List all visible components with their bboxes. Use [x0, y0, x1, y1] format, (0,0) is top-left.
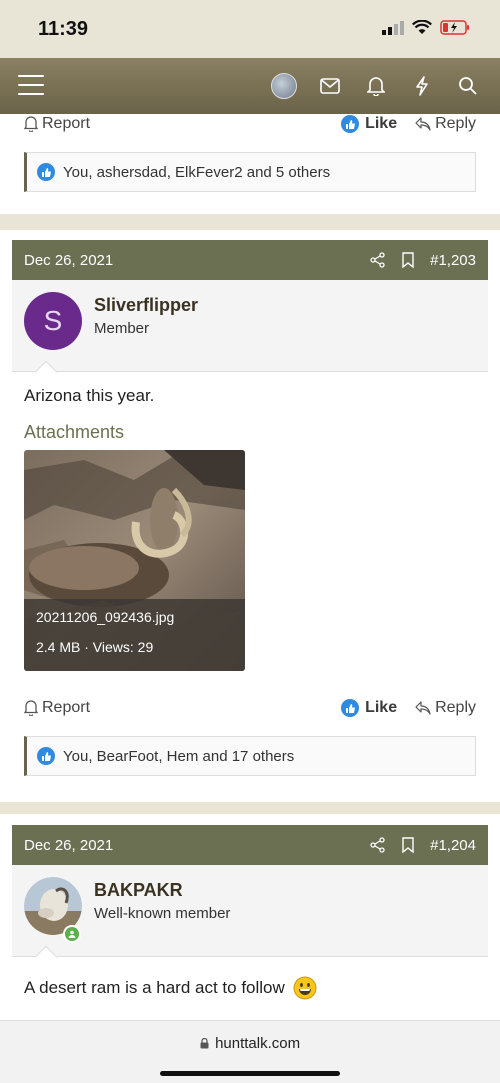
post-card: Dec 26, 2021 #1,203 S Sliverflipper Memb… — [0, 230, 500, 802]
thumbs-up-icon — [37, 163, 55, 181]
status-bar: 11:39 — [0, 0, 500, 58]
user-title: Member — [94, 320, 150, 337]
battery-charging-icon — [440, 20, 469, 35]
like-label: Like — [365, 699, 398, 716]
share-icon[interactable] — [370, 837, 386, 853]
grinning-emoji-icon — [293, 976, 317, 1000]
post-body: Arizona this year. — [24, 386, 155, 405]
report-label: Report — [42, 115, 91, 132]
forum-navbar — [0, 58, 500, 114]
thumbs-up-icon — [37, 747, 55, 765]
report-button[interactable]: Report — [24, 699, 90, 717]
search-icon[interactable] — [454, 72, 482, 100]
online-indicator — [63, 925, 81, 943]
post-actions: Report Like Reply — [24, 114, 476, 136]
share-icon[interactable] — [370, 252, 386, 268]
wifi-icon — [412, 20, 432, 34]
thread-content: Report Like Reply You, ashersdad, ElkFev… — [0, 114, 500, 1020]
attachments-label: Attachments — [24, 422, 125, 442]
post-actions: Report Like Reply — [24, 696, 476, 720]
lock-icon — [200, 1037, 209, 1049]
reactions-text: You, ashersdad, ElkFever2 and 5 others — [63, 163, 331, 181]
nav-actions — [270, 72, 482, 100]
user-block: BAKPAKR Well-known member — [12, 865, 488, 969]
report-label: Report — [42, 699, 91, 716]
user-block-caret — [34, 945, 58, 969]
post-card: Report Like Reply You, ashersdad, ElkFev… — [0, 114, 500, 214]
post-header-actions: #1,203 — [370, 252, 476, 269]
post-number[interactable]: #1,203 — [430, 252, 476, 269]
post-date[interactable]: Dec 26, 2021 — [24, 252, 113, 269]
post-number[interactable]: #1,204 — [430, 837, 476, 854]
reply-button[interactable]: Reply — [415, 115, 476, 133]
bookmark-icon[interactable] — [402, 837, 414, 853]
post-header: Dec 26, 2021 #1,204 — [12, 825, 488, 865]
like-label: Like — [365, 115, 398, 132]
user-block-caret — [34, 360, 58, 384]
url-display[interactable]: hunttalk.com — [0, 1035, 500, 1052]
attachment-caption: 20211206_092436.jpg 2.4 MB · Views: 29 — [24, 599, 245, 671]
reply-label: Reply — [435, 115, 476, 132]
post-actions-right: Like Reply — [341, 699, 476, 717]
bell-icon[interactable] — [362, 72, 390, 100]
report-button[interactable]: Report — [24, 115, 90, 133]
inbox-icon[interactable] — [316, 72, 344, 100]
signal-icon — [382, 20, 404, 35]
bell-outline-icon — [24, 116, 38, 132]
url-text: hunttalk.com — [215, 1035, 301, 1052]
attachment-meta: 2.4 MB · Views: 29 — [36, 639, 154, 655]
like-button[interactable]: Like — [341, 115, 397, 133]
post-header: Dec 26, 2021 #1,203 — [12, 240, 488, 280]
user-avatar[interactable]: S — [24, 292, 82, 350]
post-actions-right: Like Reply — [341, 115, 476, 133]
lightning-icon[interactable] — [408, 72, 436, 100]
thumbs-up-icon — [341, 115, 360, 133]
menu-icon[interactable] — [18, 75, 44, 97]
status-time: 11:39 — [38, 18, 89, 40]
reactions-text: You, BearFoot, Hem and 17 others — [63, 747, 295, 765]
post-body: A desert ram is a hard act to follow — [24, 976, 317, 1000]
avatar-image — [271, 73, 297, 99]
post-body-text: A desert ram is a hard act to follow — [24, 978, 285, 997]
reply-icon — [415, 117, 431, 131]
thumbs-up-icon — [341, 699, 360, 717]
reactions-bar[interactable]: You, ashersdad, ElkFever2 and 5 others — [24, 152, 476, 192]
reply-label: Reply — [435, 699, 476, 716]
post-card: Dec 26, 2021 #1,204 BAKPAKR Well-known m… — [0, 814, 500, 1020]
status-icons — [382, 20, 470, 35]
user-title: Well-known member — [94, 905, 231, 922]
account-avatar[interactable] — [270, 72, 298, 100]
post-header-actions: #1,204 — [370, 837, 476, 854]
post-date[interactable]: Dec 26, 2021 — [24, 837, 113, 854]
avatar-letter: S — [43, 305, 63, 336]
attachment-filename: 20211206_092436.jpg — [36, 609, 175, 625]
browser-url-bar: hunttalk.com — [0, 1020, 500, 1083]
user-icon — [68, 930, 76, 938]
bell-outline-icon — [24, 700, 38, 716]
username[interactable]: Sliverflipper — [94, 295, 198, 316]
home-indicator[interactable] — [160, 1071, 340, 1076]
reply-icon — [415, 701, 431, 715]
username[interactable]: BAKPAKR — [94, 880, 183, 901]
reactions-bar[interactable]: You, BearFoot, Hem and 17 others — [24, 736, 476, 776]
bookmark-icon[interactable] — [402, 252, 414, 268]
reply-button[interactable]: Reply — [415, 699, 476, 717]
like-button[interactable]: Like — [341, 699, 397, 717]
user-block: S Sliverflipper Member — [12, 280, 488, 384]
attachment-thumbnail[interactable]: 20211206_092436.jpg 2.4 MB · Views: 29 — [24, 450, 245, 671]
